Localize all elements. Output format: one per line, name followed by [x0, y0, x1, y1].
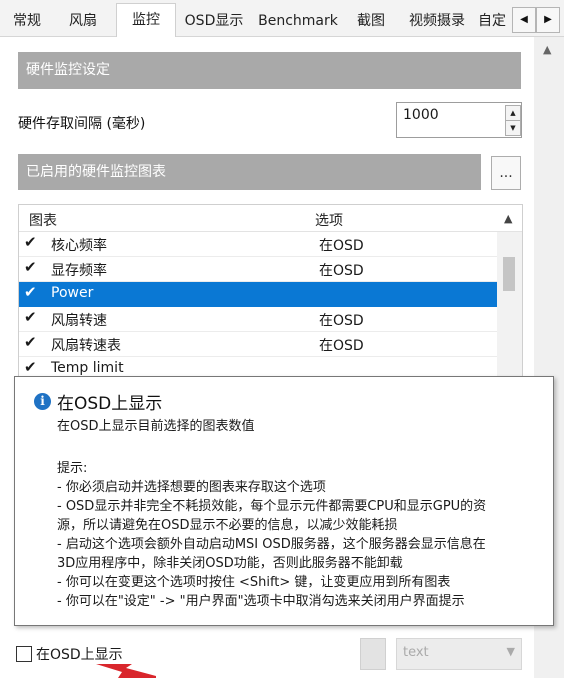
tooltip-line: - OSD显示并非完全不耗损效能，每个显示元件都需要CPU和显示GPU的资 [57, 499, 487, 514]
graph-list-row[interactable]: ✔ 显存频率 在OSD [19, 257, 497, 282]
help-tooltip: i 在OSD上显示 在OSD上显示目前选择的图表数值 提示: - 你必须启动并选择… [14, 376, 554, 626]
checkmark-icon[interactable]: ✔ [24, 308, 37, 326]
tooltip-line: 提示: [57, 461, 88, 476]
annotation-arrow-icon [96, 664, 156, 678]
checkmark-icon[interactable]: ✔ [24, 283, 37, 301]
polling-interval-label: 硬件存取间隔 (毫秒) [18, 116, 146, 132]
graph-list-row[interactable]: ✔ Temp limit [19, 357, 497, 377]
chevron-down-icon[interactable]: ▼ [507, 645, 515, 658]
tab-scroll-left-icon[interactable]: ◀ [512, 7, 536, 33]
checkmark-icon[interactable]: ✔ [24, 233, 37, 251]
list-scroll-thumb[interactable] [503, 257, 515, 291]
column-header-graph[interactable]: 图表 [29, 210, 57, 230]
graph-option: 在OSD [319, 263, 364, 279]
tooltip-line: - 你必须启动并选择想要的图表来存取这个选项 [57, 480, 326, 495]
osd-type-select[interactable]: text ▼ [396, 638, 522, 670]
show-in-osd-checkbox[interactable] [16, 646, 32, 662]
tab-screenshot[interactable]: 截图 [348, 7, 394, 35]
graph-option: 在OSD [319, 313, 364, 329]
graph-option: 在OSD [319, 338, 364, 354]
graph-name: 风扇转速表 [51, 338, 121, 354]
tooltip-line: 源，所以请避免在OSD显示不必要的信息，以减少效能耗损 [57, 518, 398, 533]
hardware-monitoring-section-header: 硬件监控设定 [18, 52, 521, 89]
graphs-more-button[interactable]: ... [491, 156, 521, 190]
tab-osd[interactable]: OSD显示 [180, 7, 248, 35]
tab-general[interactable]: 常规 [4, 7, 50, 35]
graph-list: 图表 选项 ✔ 核心频率 在OSD ✔ 显存频率 在OSD ✔ Power ✔ 风扇转速 在OSD ✔… [18, 204, 523, 378]
graph-name: 核心频率 [51, 238, 107, 254]
graph-name: 显存频率 [51, 263, 107, 279]
tab-bar: 常规 风扇 监控 OSD显示 Benchmark 截图 视频摄录 自定 ◀ ▶ [0, 0, 564, 37]
graph-list-row[interactable]: ✔ 核心频率 在OSD [19, 232, 497, 257]
tooltip-subtitle: 在OSD上显示目前选择的图表数值 [57, 419, 255, 434]
graph-option: 在OSD [319, 238, 364, 254]
tooltip-line: - 你可以在变更这个选项时按住 <Shift> 键，让变更应用到所有图表 [57, 575, 451, 590]
spin-up-icon[interactable]: ▲ [505, 105, 521, 121]
osd-color-button[interactable] [360, 638, 386, 670]
tooltip-line: 3D应用程序中，除非关闭OSD功能，否则此服务器不能卸载 [57, 556, 403, 571]
tooltip-line: - 启动这个选项会额外自动启动MSI OSD服务器，这个服务器会显示信息在 [57, 537, 486, 552]
polling-interval-value[interactable]: 1000 [403, 107, 439, 123]
graph-name: 风扇转速 [51, 313, 107, 329]
info-icon: i [34, 393, 51, 410]
checkmark-icon[interactable]: ✔ [24, 333, 37, 351]
checkmark-icon[interactable]: ✔ [24, 258, 37, 276]
tab-custom[interactable]: 自定 [478, 7, 512, 35]
graph-list-row[interactable]: ✔ Power [19, 282, 497, 307]
polling-interval-spinbox[interactable]: 1000 ▲ ▼ [396, 102, 522, 138]
graph-list-scrollbar[interactable]: ▲ [497, 212, 522, 377]
show-in-osd-label[interactable]: 在OSD上显示 [36, 644, 123, 664]
tab-monitoring[interactable]: 监控 [116, 3, 176, 37]
osd-type-value[interactable]: text [403, 645, 429, 660]
graph-name: Power [51, 285, 94, 301]
graph-list-row[interactable]: ✔ 风扇转速表 在OSD [19, 332, 497, 357]
tab-fan[interactable]: 风扇 [58, 7, 108, 35]
graph-list-header: 图表 选项 [19, 205, 522, 232]
tooltip-line: - 你可以在"设定" -> "用户界面"选项卡中取消勾选来关闭用户界面提示 [57, 594, 465, 609]
enabled-graphs-section-header: 已启用的硬件监控图表 [18, 154, 481, 190]
checkmark-icon[interactable]: ✔ [24, 358, 37, 376]
tab-video-capture[interactable]: 视频摄录 [400, 7, 474, 35]
tab-benchmark[interactable]: Benchmark [254, 7, 342, 35]
graph-name: Temp limit [51, 360, 124, 376]
scroll-up-icon[interactable]: ▲ [543, 43, 551, 56]
list-scroll-up-icon[interactable]: ▲ [504, 212, 512, 225]
graph-list-row[interactable]: ✔ 风扇转速 在OSD [19, 307, 497, 332]
column-header-option[interactable]: 选项 [315, 210, 343, 230]
tooltip-title: 在OSD上显示 [57, 394, 163, 414]
tab-scroll-right-icon[interactable]: ▶ [536, 7, 560, 33]
spin-down-icon[interactable]: ▼ [505, 120, 521, 136]
spin-buttons: ▲ ▼ [503, 103, 521, 137]
